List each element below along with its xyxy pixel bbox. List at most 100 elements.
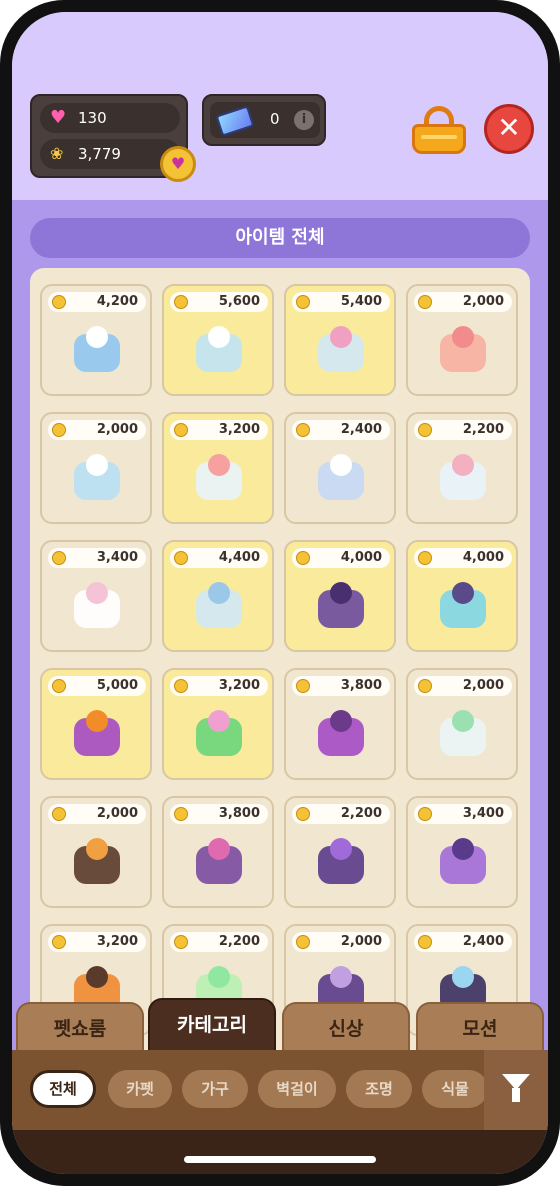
price-tag: 4,400 — [170, 548, 268, 568]
bottom-safe-area — [12, 1130, 548, 1174]
info-icon[interactable]: i — [294, 110, 314, 130]
currency-shop-button[interactable]: ♥ — [160, 146, 196, 182]
coin-icon — [418, 423, 432, 437]
item-image — [312, 324, 370, 380]
ticket-row: 0 i — [210, 102, 320, 138]
heart-paw-icon: ♥ — [170, 154, 186, 173]
tab-3[interactable]: 신상 — [282, 1002, 410, 1054]
basket-button[interactable] — [412, 106, 466, 154]
item-price: 2,000 — [462, 678, 504, 693]
item-image — [434, 580, 492, 636]
coin-icon — [174, 423, 188, 437]
filter-bar: 식물 조명 벽걸이 가구 카펫 전체 — [12, 1050, 548, 1130]
phone-frame: ♥ 130 ❀ 3,779 ♥ 0 i ✕ 아이템 전체 4,200 5,600… — [0, 0, 560, 1186]
filter-icon — [502, 1074, 530, 1102]
price-tag: 3,400 — [48, 548, 146, 568]
item-card[interactable]: 2,200 — [406, 412, 518, 524]
item-card[interactable]: 4,400 — [162, 540, 274, 652]
item-price: 3,200 — [96, 934, 138, 949]
filter-button[interactable] — [484, 1050, 548, 1130]
price-tag: 2,000 — [48, 804, 146, 824]
price-tag: 5,400 — [292, 292, 390, 312]
filter-chip[interactable]: 전체 — [30, 1070, 96, 1108]
item-card[interactable]: 3,400 — [40, 540, 152, 652]
item-card[interactable]: 2,400 — [284, 412, 396, 524]
item-price: 2,000 — [462, 294, 504, 309]
item-card[interactable]: 4,200 — [40, 284, 152, 396]
item-image — [312, 452, 370, 508]
price-tag: 5,600 — [170, 292, 268, 312]
price-tag: 2,000 — [292, 932, 390, 952]
item-card[interactable]: 3,800 — [284, 668, 396, 780]
item-card[interactable]: 2,000 — [40, 796, 152, 908]
filter-chip[interactable]: 식물 — [422, 1070, 488, 1108]
item-price: 5,600 — [218, 294, 260, 309]
item-price: 4,000 — [340, 550, 382, 565]
item-image — [434, 324, 492, 380]
coin-icon — [418, 935, 432, 949]
item-image — [190, 836, 248, 892]
tab-2[interactable]: 카테고리 — [148, 998, 276, 1054]
item-price: 2,200 — [340, 806, 382, 821]
category-title: 아이템 전체 — [30, 218, 530, 258]
close-button[interactable]: ✕ — [484, 104, 534, 154]
item-image — [68, 452, 126, 508]
filter-chip[interactable]: 카펫 — [108, 1070, 172, 1108]
paw-icon: ❀ — [50, 144, 64, 163]
price-tag: 4,000 — [414, 548, 512, 568]
coin-icon — [296, 423, 310, 437]
item-card[interactable]: 5,400 — [284, 284, 396, 396]
filter-chip[interactable]: 가구 — [182, 1070, 248, 1108]
item-card[interactable]: 5,600 — [162, 284, 274, 396]
app-screen: ♥ 130 ❀ 3,779 ♥ 0 i ✕ 아이템 전체 4,200 5,600… — [12, 12, 548, 1174]
item-price: 3,800 — [218, 806, 260, 821]
item-price: 2,000 — [96, 422, 138, 437]
item-card[interactable]: 4,000 — [284, 540, 396, 652]
price-tag: 2,200 — [292, 804, 390, 824]
ticket-icon — [215, 105, 255, 137]
coin-icon — [296, 295, 310, 309]
price-tag: 2,000 — [414, 676, 512, 696]
coin-icon — [52, 935, 66, 949]
item-price: 3,200 — [218, 422, 260, 437]
item-card[interactable]: 3,200 — [162, 412, 274, 524]
filter-chip[interactable]: 조명 — [346, 1070, 412, 1108]
item-image — [68, 708, 126, 764]
item-price: 2,400 — [462, 934, 504, 949]
item-card[interactable]: 2,000 — [406, 668, 518, 780]
item-card[interactable]: 4,000 — [406, 540, 518, 652]
coin-icon — [296, 935, 310, 949]
coin-icon — [52, 679, 66, 693]
item-image — [68, 836, 126, 892]
item-card[interactable]: 3,800 — [162, 796, 274, 908]
price-tag: 5,000 — [48, 676, 146, 696]
price-tag: 4,200 — [48, 292, 146, 312]
item-card[interactable]: 5,000 — [40, 668, 152, 780]
item-card[interactable]: 3,400 — [406, 796, 518, 908]
hearts-value: 130 — [78, 109, 107, 127]
coin-icon — [52, 551, 66, 565]
item-image — [190, 580, 248, 636]
filter-chip[interactable]: 벽걸이 — [258, 1070, 336, 1108]
item-card[interactable]: 2,000 — [406, 284, 518, 396]
tab-4[interactable]: 모션 — [416, 1002, 544, 1054]
price-tag: 3,800 — [292, 676, 390, 696]
close-icon: ✕ — [497, 111, 521, 144]
price-tag: 3,200 — [48, 932, 146, 952]
heart-icon: ♥ — [50, 107, 67, 128]
home-indicator[interactable] — [184, 1156, 376, 1163]
item-image — [312, 580, 370, 636]
item-card[interactable]: 2,200 — [284, 796, 396, 908]
item-card[interactable]: 3,200 — [162, 668, 274, 780]
price-tag: 3,800 — [170, 804, 268, 824]
item-image — [312, 836, 370, 892]
tab-1[interactable]: 펫쇼룸 — [16, 1002, 144, 1054]
coin-icon — [174, 295, 188, 309]
item-price: 2,200 — [462, 422, 504, 437]
price-tag: 2,000 — [414, 292, 512, 312]
coin-icon — [418, 807, 432, 821]
item-price: 2,000 — [340, 934, 382, 949]
coin-icon — [52, 295, 66, 309]
coin-icon — [418, 679, 432, 693]
item-card[interactable]: 2,000 — [40, 412, 152, 524]
